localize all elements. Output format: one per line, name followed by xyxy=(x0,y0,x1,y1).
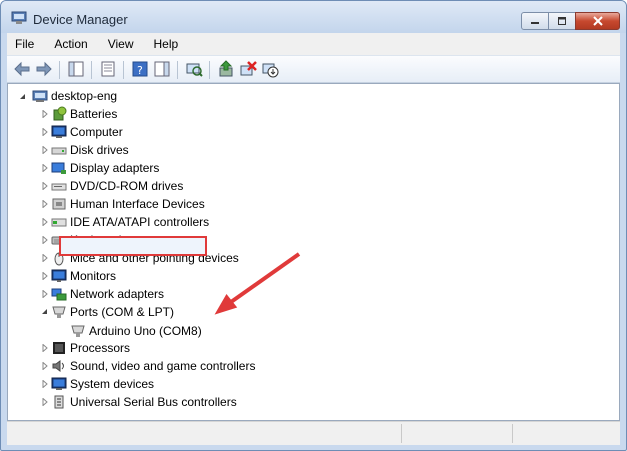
annotation-arrow xyxy=(214,252,301,315)
device-manager-window: Device Manager File Action View Help ? d… xyxy=(0,0,627,451)
status-bar xyxy=(7,421,620,445)
